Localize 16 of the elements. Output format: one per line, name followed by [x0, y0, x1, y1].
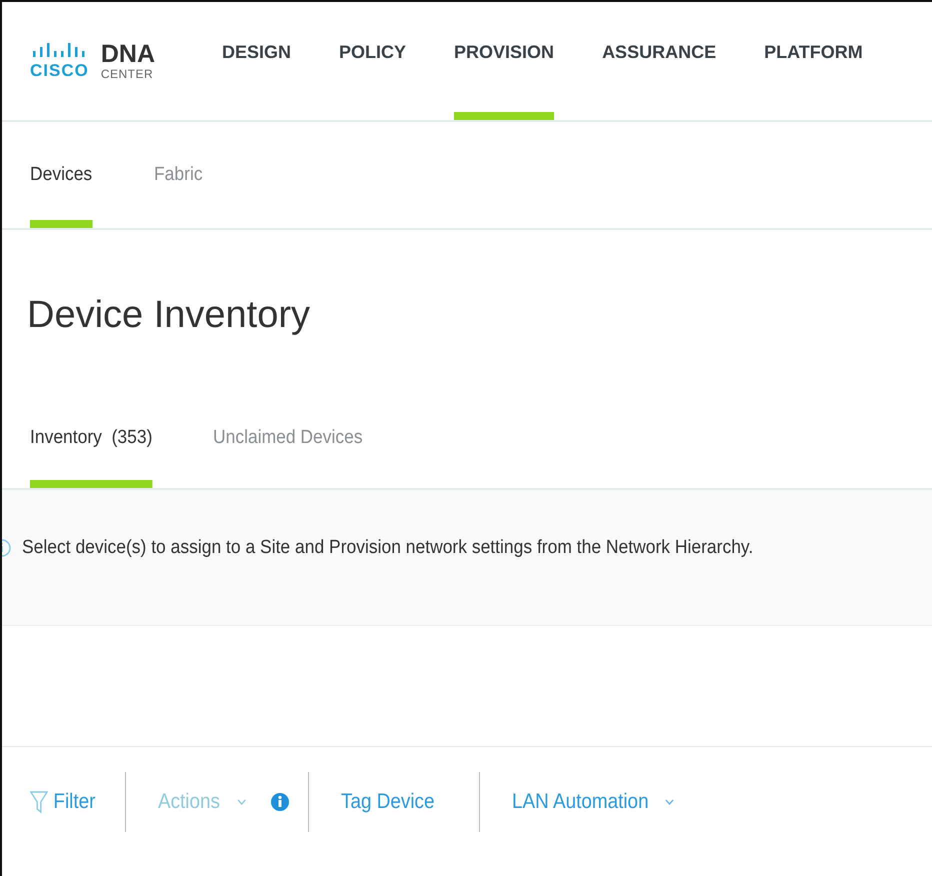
tab[interactable]: Inventory (353) [30, 400, 152, 488]
page-title: Device Inventory [27, 294, 312, 337]
nav-tab[interactable]: ASSURANCE [602, 2, 716, 120]
product-subtitle: CENTER [100, 66, 154, 80]
nav-tab[interactable]: DESIGN [222, 2, 292, 120]
tab[interactable]: Devices [30, 122, 92, 228]
info-message: Select device(s) to assign to a Site and Provision network settings from the Network Hierarchy. [22, 536, 754, 558]
filter-icon [30, 790, 48, 814]
nav-tab[interactable]: POLICY [339, 2, 406, 120]
cisco-bars-icon [31, 41, 88, 59]
brand-logo-text: CISCO [30, 61, 89, 81]
nav-tab[interactable]: PROVISION [454, 2, 554, 120]
chevron-down-icon [236, 798, 246, 806]
nav-tab[interactable]: PLATFORM [764, 2, 863, 120]
product-name: DNA [100, 42, 156, 66]
chevron-down-icon [664, 798, 676, 806]
